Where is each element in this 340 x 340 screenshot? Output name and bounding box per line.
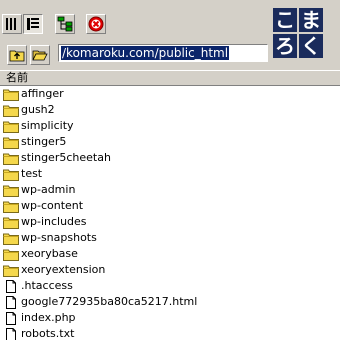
- item-name: wp-includes: [21, 215, 87, 228]
- folder-row[interactable]: wp-snapshots: [0, 230, 340, 246]
- item-name: .htaccess: [21, 279, 73, 292]
- list-view-button[interactable]: [2, 14, 22, 34]
- file-icon: [3, 296, 19, 309]
- item-name: xeoryextension: [21, 263, 106, 276]
- item-name: wp-content: [21, 199, 84, 212]
- folder-row[interactable]: stinger5: [0, 134, 340, 150]
- folder-icon: [3, 200, 19, 213]
- item-name: affinger: [21, 87, 64, 100]
- item-name: stinger5: [21, 135, 67, 148]
- file-row[interactable]: google772935ba80ca5217.html: [0, 294, 340, 310]
- folder-row[interactable]: affinger: [0, 86, 340, 102]
- item-name: google772935ba80ca5217.html: [21, 295, 198, 308]
- item-name: robots.txt: [21, 327, 75, 340]
- folder-row[interactable]: simplicity: [0, 118, 340, 134]
- folder-row[interactable]: wp-content: [0, 198, 340, 214]
- tree-view-button[interactable]: [55, 14, 75, 34]
- folder-icon: [3, 120, 19, 133]
- item-name: test: [21, 167, 43, 180]
- stop-button[interactable]: [86, 14, 106, 34]
- column-header-name[interactable]: 名前: [0, 70, 340, 86]
- file-row[interactable]: .htaccess: [0, 278, 340, 294]
- stop-icon: [88, 16, 104, 32]
- path-input[interactable]: /komaroku.com/public_html: [58, 44, 268, 62]
- folder-icon: [3, 168, 19, 181]
- logo-char: ま: [299, 8, 323, 32]
- path-value: /komaroku.com/public_html: [61, 46, 230, 60]
- detail-view-icon: [27, 18, 39, 30]
- open-folder-icon: [32, 50, 48, 61]
- detail-view-button[interactable]: [23, 14, 43, 34]
- folder-icon: [3, 184, 19, 197]
- tree-icon: [57, 16, 73, 32]
- folder-row[interactable]: xeoryextension: [0, 262, 340, 278]
- list-view-icon: [6, 18, 16, 30]
- folder-icon: [3, 136, 19, 149]
- logo-char: こ: [273, 8, 297, 32]
- file-icon: [3, 312, 19, 325]
- folder-row[interactable]: stinger5cheetah: [0, 150, 340, 166]
- file-row[interactable]: index.php: [0, 310, 340, 326]
- open-folder-button[interactable]: [30, 45, 50, 65]
- folder-icon: [3, 232, 19, 245]
- item-name: gush2: [21, 103, 55, 116]
- file-icon: [3, 280, 19, 293]
- column-header-label: 名前: [6, 71, 28, 84]
- folder-row[interactable]: test: [0, 166, 340, 182]
- folder-row[interactable]: wp-admin: [0, 182, 340, 198]
- folder-icon: [3, 264, 19, 277]
- item-name: simplicity: [21, 119, 74, 132]
- folder-icon: [3, 216, 19, 229]
- folder-row[interactable]: gush2: [0, 102, 340, 118]
- folder-icon: [3, 152, 19, 165]
- item-name: wp-snapshots: [21, 231, 97, 244]
- file-row[interactable]: robots.txt: [0, 326, 340, 340]
- folder-icon: [3, 248, 19, 261]
- item-name: stinger5cheetah: [21, 151, 111, 164]
- item-name: xeorybase: [21, 247, 78, 260]
- file-icon: [3, 328, 19, 340]
- file-list: affinger gush2 simplicity stinger5 stinger5c…: [0, 86, 340, 340]
- item-name: wp-admin: [21, 183, 76, 196]
- folder-icon: [3, 88, 19, 101]
- folder-up-icon: [9, 50, 25, 62]
- folder-row[interactable]: xeorybase: [0, 246, 340, 262]
- item-name: index.php: [21, 311, 76, 324]
- folder-row[interactable]: wp-includes: [0, 214, 340, 230]
- folder-icon: [3, 104, 19, 117]
- parent-folder-button[interactable]: [7, 45, 27, 65]
